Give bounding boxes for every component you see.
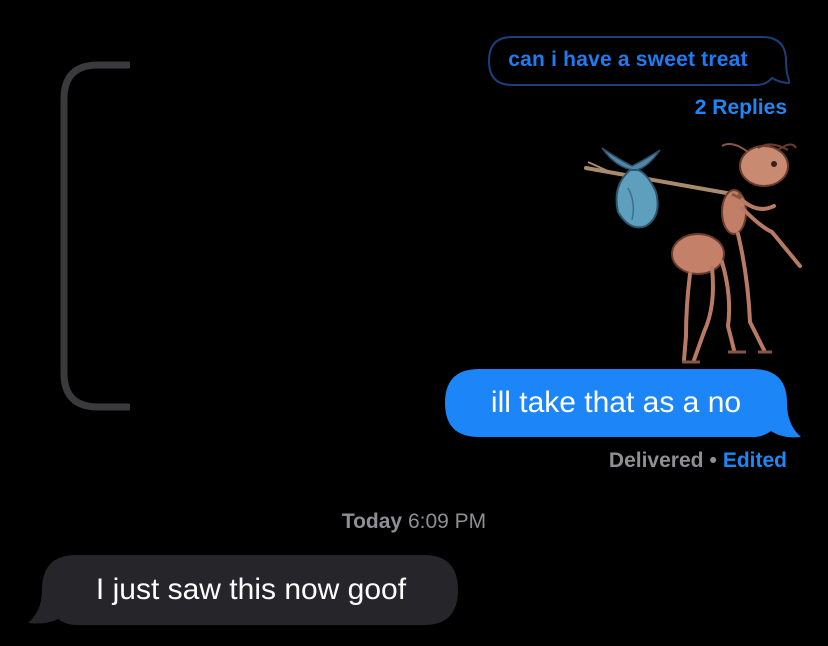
sent-message-text: ill take that as a no <box>490 386 742 419</box>
delivered-status: Delivered <box>608 449 704 472</box>
ant-with-bindle-icon <box>584 143 802 364</box>
thread-reply-bubble[interactable]: can i have a sweet treat <box>488 36 790 86</box>
sent-message-bubble[interactable]: ill take that as a no <box>445 369 801 439</box>
quoted-message-text: can i have a sweet treat <box>508 48 748 71</box>
replies-link[interactable]: 2 Replies <box>695 96 787 120</box>
thread-bracket <box>58 61 130 411</box>
received-message-text: I just saw this now goof <box>95 573 407 606</box>
message-status: Delivered • Edited <box>609 449 787 473</box>
edited-link[interactable]: Edited <box>723 449 787 472</box>
ant-sticker[interactable] <box>582 136 804 368</box>
conversation-timestamp: Today 6:09 PM <box>0 510 828 534</box>
timestamp-time: 6:09 PM <box>407 510 487 533</box>
status-separator: • <box>709 449 717 472</box>
timestamp-day: Today <box>341 510 403 533</box>
received-message-bubble[interactable]: I just saw this now goof <box>28 555 460 627</box>
